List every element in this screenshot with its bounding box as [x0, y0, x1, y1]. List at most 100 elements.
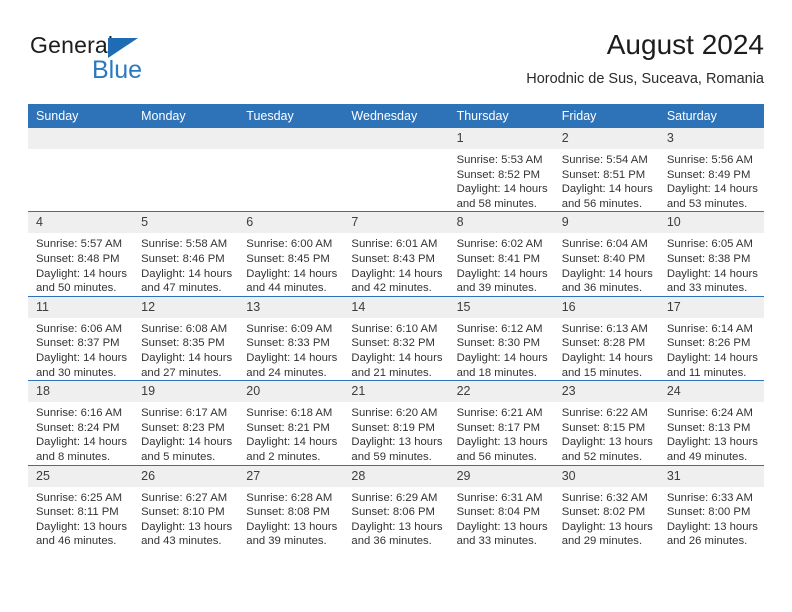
- sunset-time: Sunset: 8:19 PM: [351, 421, 435, 434]
- calendar-day-cell[interactable]: 27 Sunrise: 6:28 AM Sunset: 8:08 PM Dayligh…: [238, 464, 344, 549]
- calendar-week-row: 11 Sunrise: 6:06 AM Sunset: 8:37 PM Dayligh…: [28, 295, 764, 381]
- calendar-day-cell[interactable]: 13 Sunrise: 6:09 AM Sunset: 8:33 PM Dayligh…: [238, 295, 344, 381]
- day-number: 28: [343, 465, 449, 487]
- sunrise-time: Sunrise: 6:22 AM: [561, 407, 648, 420]
- daylight-duration-line1: Daylight: 14 hours: [456, 351, 548, 364]
- daylight-duration-line2: and 33 minutes.: [456, 535, 537, 548]
- calendar-day-cell[interactable]: 28 Sunrise: 6:29 AM Sunset: 8:06 PM Dayligh…: [343, 464, 449, 549]
- daylight-duration-line2: and 27 minutes.: [141, 366, 222, 379]
- day-number: [343, 128, 449, 149]
- brand-logo[interactable]: General Blue: [30, 32, 280, 90]
- day-details: Sunrise: 6:09 AM Sunset: 8:33 PM Daylight:…: [238, 318, 343, 380]
- calendar-day-cell[interactable]: 21 Sunrise: 6:20 AM Sunset: 8:19 PM Dayligh…: [343, 380, 449, 465]
- sunset-time: Sunset: 8:00 PM: [666, 506, 751, 519]
- daylight-duration-line1: Daylight: 14 hours: [666, 267, 758, 280]
- day-details: Sunrise: 6:08 AM Sunset: 8:35 PM Daylight:…: [133, 318, 238, 380]
- daylight-duration-line2: and 59 minutes.: [351, 450, 432, 463]
- sunset-time: Sunset: 8:43 PM: [351, 252, 435, 265]
- calendar-day-cell[interactable]: 9 Sunrise: 6:04 AM Sunset: 8:40 PM Daylight…: [553, 211, 659, 297]
- calendar-day-cell[interactable]: 29 Sunrise: 6:31 AM Sunset: 8:04 PM Dayligh…: [448, 464, 554, 549]
- calendar-header-row: Sunday Monday Tuesday Wednesday Thursday…: [28, 104, 764, 128]
- daylight-duration-line2: and 53 minutes.: [666, 197, 748, 210]
- calendar-day-cell[interactable]: 31 Sunrise: 6:33 AM Sunset: 8:00 PM Dayligh…: [658, 464, 764, 549]
- calendar-day-cell[interactable]: 3 Sunrise: 5:56 AM Sunset: 8:49 PM Daylight…: [658, 128, 764, 212]
- day-number: 20: [238, 381, 344, 403]
- sunrise-time: Sunrise: 6:02 AM: [456, 238, 543, 251]
- triangle-icon: [108, 38, 138, 58]
- calendar-day-cell[interactable]: 26 Sunrise: 6:27 AM Sunset: 8:10 PM Dayligh…: [133, 464, 239, 549]
- day-number: 29: [448, 465, 554, 487]
- calendar-week-row: 1 Sunrise: 5:53 AM Sunset: 8:52 PM Daylight…: [28, 128, 764, 212]
- sunrise-time: Sunrise: 6:00 AM: [246, 238, 333, 251]
- daylight-duration-line1: Daylight: 13 hours: [456, 436, 548, 449]
- calendar-day-cell[interactable]: 2 Sunrise: 5:54 AM Sunset: 8:51 PM Daylight…: [553, 128, 659, 212]
- day-details: Sunrise: 6:02 AM Sunset: 8:41 PM Daylight:…: [449, 233, 554, 295]
- day-number: 8: [448, 212, 554, 234]
- day-details: Sunrise: 6:05 AM Sunset: 8:38 PM Daylight:…: [659, 233, 764, 295]
- calendar-day-cell[interactable]: 17 Sunrise: 6:14 AM Sunset: 8:26 PM Dayligh…: [658, 295, 764, 381]
- day-number: 3: [658, 128, 764, 149]
- daylight-duration-line2: and 26 minutes.: [666, 535, 748, 548]
- day-number: 4: [28, 212, 134, 234]
- day-number: 16: [553, 296, 659, 318]
- calendar-day-cell[interactable]: 20 Sunrise: 6:18 AM Sunset: 8:21 PM Dayligh…: [238, 380, 344, 465]
- weekday-header-saturday: Saturday: [658, 104, 764, 128]
- sunset-time: Sunset: 8:30 PM: [456, 337, 541, 350]
- calendar-day-cell[interactable]: 5 Sunrise: 5:58 AM Sunset: 8:46 PM Daylight…: [133, 211, 239, 297]
- daylight-duration-line2: and 46 minutes.: [36, 535, 117, 548]
- calendar-day-cell[interactable]: 22 Sunrise: 6:21 AM Sunset: 8:17 PM Dayligh…: [448, 380, 554, 465]
- sunset-time: Sunset: 8:52 PM: [456, 168, 541, 181]
- calendar-day-cell[interactable]: 16 Sunrise: 6:13 AM Sunset: 8:28 PM Dayligh…: [553, 295, 659, 381]
- calendar-day-cell[interactable]: 8 Sunrise: 6:02 AM Sunset: 8:41 PM Daylight…: [448, 211, 554, 297]
- weekday-header-wednesday: Wednesday: [343, 104, 449, 128]
- day-number: 10: [658, 212, 764, 234]
- calendar-day-cell[interactable]: 19 Sunrise: 6:17 AM Sunset: 8:23 PM Dayligh…: [133, 380, 239, 465]
- calendar-day-cell[interactable]: 30 Sunrise: 6:32 AM Sunset: 8:02 PM Dayligh…: [553, 464, 659, 549]
- calendar-week-row: 25 Sunrise: 6:25 AM Sunset: 8:11 PM Dayligh…: [28, 464, 764, 549]
- daylight-duration-line1: Daylight: 13 hours: [351, 520, 443, 533]
- day-number: 25: [28, 465, 134, 487]
- calendar-grid: Sunday Monday Tuesday Wednesday Thursday…: [28, 104, 764, 549]
- day-details: Sunrise: 6:18 AM Sunset: 8:21 PM Daylight:…: [238, 402, 343, 464]
- daylight-duration-line1: Daylight: 14 hours: [141, 267, 233, 280]
- sunset-time: Sunset: 8:26 PM: [666, 337, 751, 350]
- calendar-day-cell[interactable]: 25 Sunrise: 6:25 AM Sunset: 8:11 PM Dayligh…: [28, 464, 134, 549]
- calendar-day-cell[interactable]: 14 Sunrise: 6:10 AM Sunset: 8:32 PM Dayligh…: [343, 295, 449, 381]
- daylight-duration-line2: and 36 minutes.: [351, 535, 432, 548]
- daylight-duration-line1: Daylight: 14 hours: [561, 351, 653, 364]
- daylight-duration-line2: and 39 minutes.: [456, 282, 537, 295]
- calendar-day-cell[interactable]: 10 Sunrise: 6:05 AM Sunset: 8:38 PM Dayligh…: [658, 211, 764, 297]
- calendar-day-cell[interactable]: 15 Sunrise: 6:12 AM Sunset: 8:30 PM Dayligh…: [448, 295, 554, 381]
- sunset-time: Sunset: 8:48 PM: [36, 252, 120, 265]
- day-number: [238, 128, 344, 149]
- daylight-duration-line2: and 30 minutes.: [36, 366, 117, 379]
- calendar-day-cell[interactable]: 12 Sunrise: 6:08 AM Sunset: 8:35 PM Dayligh…: [133, 295, 239, 381]
- day-number: [133, 128, 239, 149]
- sunrise-time: Sunrise: 6:06 AM: [36, 322, 123, 335]
- calendar-day-cell[interactable]: 6 Sunrise: 6:00 AM Sunset: 8:45 PM Daylight…: [238, 211, 344, 297]
- sunrise-time: Sunrise: 6:01 AM: [351, 238, 438, 251]
- calendar-day-cell[interactable]: 24 Sunrise: 6:24 AM Sunset: 8:13 PM Dayligh…: [658, 380, 764, 465]
- daylight-duration-line1: Daylight: 14 hours: [36, 267, 128, 280]
- daylight-duration-line2: and 39 minutes.: [246, 535, 327, 548]
- daylight-duration-line1: Daylight: 14 hours: [246, 436, 338, 449]
- day-details: Sunrise: 6:12 AM Sunset: 8:30 PM Daylight:…: [449, 318, 554, 380]
- weekday-header-tuesday: Tuesday: [238, 104, 344, 128]
- calendar-day-cell[interactable]: 1 Sunrise: 5:53 AM Sunset: 8:52 PM Daylight…: [448, 128, 554, 212]
- page-title: August 2024: [606, 29, 764, 60]
- day-details: Sunrise: 6:32 AM Sunset: 8:02 PM Daylight:…: [554, 487, 659, 549]
- daylight-duration-line1: Daylight: 14 hours: [666, 183, 758, 196]
- calendar-day-cell[interactable]: 11 Sunrise: 6:06 AM Sunset: 8:37 PM Dayligh…: [28, 295, 134, 381]
- daylight-duration-line1: Daylight: 13 hours: [561, 436, 653, 449]
- daylight-duration-line1: Daylight: 13 hours: [456, 520, 548, 533]
- sunrise-time: Sunrise: 6:08 AM: [141, 322, 228, 335]
- day-details: Sunrise: 6:31 AM Sunset: 8:04 PM Daylight:…: [449, 487, 554, 549]
- daylight-duration-line1: Daylight: 14 hours: [561, 183, 653, 196]
- daylight-duration-line1: Daylight: 14 hours: [456, 183, 548, 196]
- calendar-day-cell[interactable]: 7 Sunrise: 6:01 AM Sunset: 8:43 PM Daylight…: [343, 211, 449, 297]
- calendar-day-cell[interactable]: 23 Sunrise: 6:22 AM Sunset: 8:15 PM Dayligh…: [553, 380, 659, 465]
- calendar-day-cell[interactable]: 18 Sunrise: 6:16 AM Sunset: 8:24 PM Dayligh…: [28, 380, 134, 465]
- daylight-duration-line1: Daylight: 14 hours: [36, 351, 128, 364]
- calendar-day-cell[interactable]: 4 Sunrise: 5:57 AM Sunset: 8:48 PM Daylight…: [28, 211, 134, 297]
- day-details: Sunrise: 6:01 AM Sunset: 8:43 PM Daylight:…: [343, 233, 448, 295]
